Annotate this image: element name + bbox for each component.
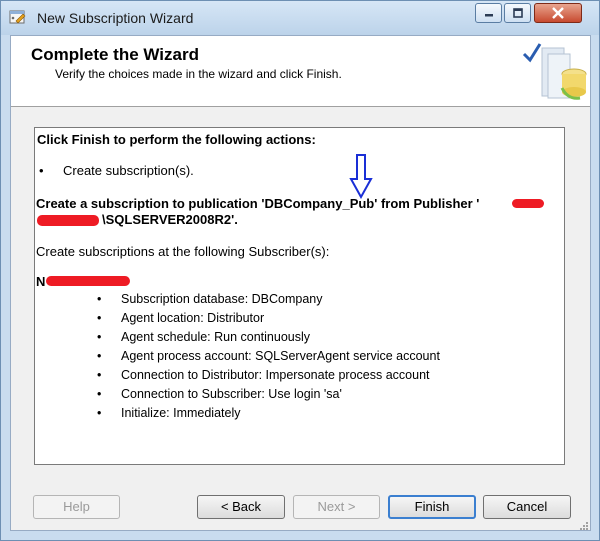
close-icon <box>552 7 564 19</box>
list-item: Initialize: Immediately <box>97 406 240 420</box>
back-button[interactable]: < Back <box>197 495 285 519</box>
title-bar[interactable]: New Subscription Wizard <box>1 1 599 35</box>
annotation-arrow-icon <box>349 154 373 199</box>
list-item: Agent process account: SQLServerAgent se… <box>97 349 440 363</box>
subscribers-heading: Create subscriptions at the following Su… <box>36 244 330 259</box>
list-item: Subscription database: DBCompany <box>97 292 322 306</box>
list-item: Connection to Subscriber: Use login 'sa' <box>97 387 342 401</box>
subscriber-name: N <box>36 274 46 289</box>
list-item: Agent location: Distributor <box>97 311 264 325</box>
next-button[interactable]: Next > <box>293 495 380 519</box>
wizard-window: New Subscription Wizard Complete the Wiz… <box>0 0 600 541</box>
finish-button[interactable]: Finish <box>388 495 476 519</box>
page-title: Complete the Wizard <box>31 45 199 64</box>
page-subtitle: Verify the choices made in the wizard an… <box>55 67 342 81</box>
close-button[interactable] <box>534 3 582 23</box>
action-item: Create subscription(s). <box>63 163 194 178</box>
maximize-icon <box>512 8 523 18</box>
redaction-mark <box>46 276 130 286</box>
summary-text-box[interactable]: Click Finish to perform the following ac… <box>34 127 565 465</box>
minimize-button[interactable] <box>475 3 502 23</box>
cancel-button[interactable]: Cancel <box>483 495 571 519</box>
redaction-mark <box>512 199 544 208</box>
redaction-mark <box>37 215 99 226</box>
list-item: Connection to Distributor: Impersonate p… <box>97 368 429 382</box>
resize-grip-icon[interactable] <box>579 521 589 531</box>
publication-line-2: \SQLSERVER2008R2'. <box>102 212 238 227</box>
actions-heading: Click Finish to perform the following ac… <box>37 132 316 147</box>
wizard-header: Complete the Wizard Verify the choices m… <box>11 36 590 107</box>
list-item: Agent schedule: Run continuously <box>97 330 310 344</box>
wizard-app-icon <box>9 10 26 24</box>
database-check-icon <box>522 43 587 100</box>
publication-line: Create a subscription to publication 'DB… <box>36 196 480 211</box>
maximize-button[interactable] <box>504 3 531 23</box>
help-button[interactable]: Help <box>33 495 120 519</box>
wizard-body: Complete the Wizard Verify the choices m… <box>10 35 591 531</box>
minimize-icon <box>484 14 493 17</box>
action-bullet: • <box>39 163 44 178</box>
window-title: New Subscription Wizard <box>37 10 194 26</box>
